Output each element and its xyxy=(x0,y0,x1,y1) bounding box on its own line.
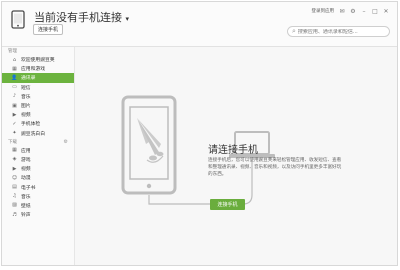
sidebar-item-download-apps[interactable]: ▦ 应用 xyxy=(2,146,74,155)
window-controls: 登录到应用 ✉ ⚙ – □ ✕ xyxy=(312,8,390,15)
close-icon[interactable]: ✕ xyxy=(383,8,389,15)
settings-icon[interactable]: ⚙ xyxy=(350,8,356,15)
contacts-icon: 👤 xyxy=(11,74,18,81)
photo-icon: ▣ xyxy=(12,102,17,109)
mail-icon[interactable]: ✉ xyxy=(339,8,345,15)
pea-pod-icon xyxy=(137,118,164,163)
sidebar-item-anime[interactable]: ☺ 动漫 xyxy=(2,173,74,182)
sidebar-item-download-video[interactable]: ▶ 视频 xyxy=(2,164,74,173)
ringtone-icon: ♬ xyxy=(12,211,17,218)
connect-description: 连接手机后，您可以使用豌豆荚来轻松管理应用、收发短信、查看和整理通讯录、视频、音… xyxy=(208,158,342,177)
app-window: 当前没有手机连接 ▾ 连接手机 登录到应用 ✉ ⚙ – □ ✕ ⌕ 管理 ⌂ 欢… xyxy=(1,1,398,266)
maximize-icon[interactable]: □ xyxy=(372,8,378,15)
clean-icon: ✦ xyxy=(12,130,17,137)
checkup-icon: ✓ xyxy=(12,120,17,127)
page-title: 当前没有手机连接 ▾ xyxy=(34,11,130,24)
connect-phone-main-button[interactable]: 连接手机 xyxy=(210,199,245,210)
music-icon: ♪ xyxy=(12,93,17,100)
video-icon: ▶ xyxy=(12,111,17,118)
section-manage-label: 管理 xyxy=(8,49,17,54)
sidebar-item-apps[interactable]: ▦ 应用和游戏 xyxy=(2,64,74,73)
video-download-icon: ▶ xyxy=(12,165,17,172)
sidebar-item-download-music[interactable]: ♫ 音乐 xyxy=(2,192,74,201)
main-panel: 请连接手机 连接手机后，您可以使用豌豆荚来轻松管理应用、收发短信、查看和整理通讯… xyxy=(75,47,397,265)
sms-icon: ▭ xyxy=(12,84,17,91)
gear-icon[interactable]: ⚙ xyxy=(64,139,68,145)
phone-icon xyxy=(11,10,25,29)
home-icon: ⌂ xyxy=(12,56,17,63)
apps-icon: ▦ xyxy=(12,65,17,72)
sidebar-item-games[interactable]: ◈ 游戏 xyxy=(2,155,74,164)
header: 当前没有手机连接 ▾ 连接手机 登录到应用 ✉ ⚙ – □ ✕ ⌕ xyxy=(2,2,397,47)
sidebar-item-wallpaper[interactable]: ▨ 壁纸 xyxy=(2,201,74,210)
app-download-icon: ▦ xyxy=(12,147,17,154)
chevron-down-icon[interactable]: ▾ xyxy=(126,15,130,23)
login-link[interactable]: 登录到应用 xyxy=(312,8,335,14)
sidebar-item-welcome[interactable]: ⌂ 欢迎使用豌豆荚 xyxy=(2,55,74,64)
sidebar-item-clean[interactable]: ✦ 豌豆洗白白 xyxy=(2,129,74,138)
sidebar-item-contacts[interactable]: 👤 通讯录 xyxy=(2,73,74,83)
sidebar-item-photos[interactable]: ▣ 图片 xyxy=(2,101,74,110)
section-download-label: 下载 ⚙ xyxy=(8,138,68,145)
sidebar-item-ebook[interactable]: ▤ 电子书 xyxy=(2,182,74,191)
minimize-icon[interactable]: – xyxy=(361,8,367,15)
sidebar-item-music[interactable]: ♪ 音乐 xyxy=(2,92,74,101)
search-box[interactable]: ⌕ xyxy=(287,26,390,37)
sidebar-item-ringtone[interactable]: ♬ 铃声 xyxy=(2,210,74,219)
music-download-icon: ♫ xyxy=(12,193,17,200)
sidebar: 管理 ⌂ 欢迎使用豌豆荚 ▦ 应用和游戏 👤 通讯录 ▭ 短信 ♪ 音乐 ▣ 图… xyxy=(2,47,75,265)
wallpaper-icon: ▨ xyxy=(12,202,17,209)
sidebar-item-video[interactable]: ▶ 视频 xyxy=(2,110,74,119)
search-icon: ⌕ xyxy=(292,27,296,35)
connect-title: 请连接手机 xyxy=(208,145,258,156)
connect-phone-button[interactable]: 连接手机 xyxy=(33,24,63,35)
ebook-icon: ▤ xyxy=(12,184,17,191)
sidebar-item-sms[interactable]: ▭ 短信 xyxy=(2,83,74,92)
game-icon: ◈ xyxy=(12,156,17,163)
anime-icon: ☺ xyxy=(11,174,18,181)
search-input[interactable] xyxy=(297,28,386,35)
sidebar-item-checkup[interactable]: ✓ 手机体检 xyxy=(2,119,74,128)
